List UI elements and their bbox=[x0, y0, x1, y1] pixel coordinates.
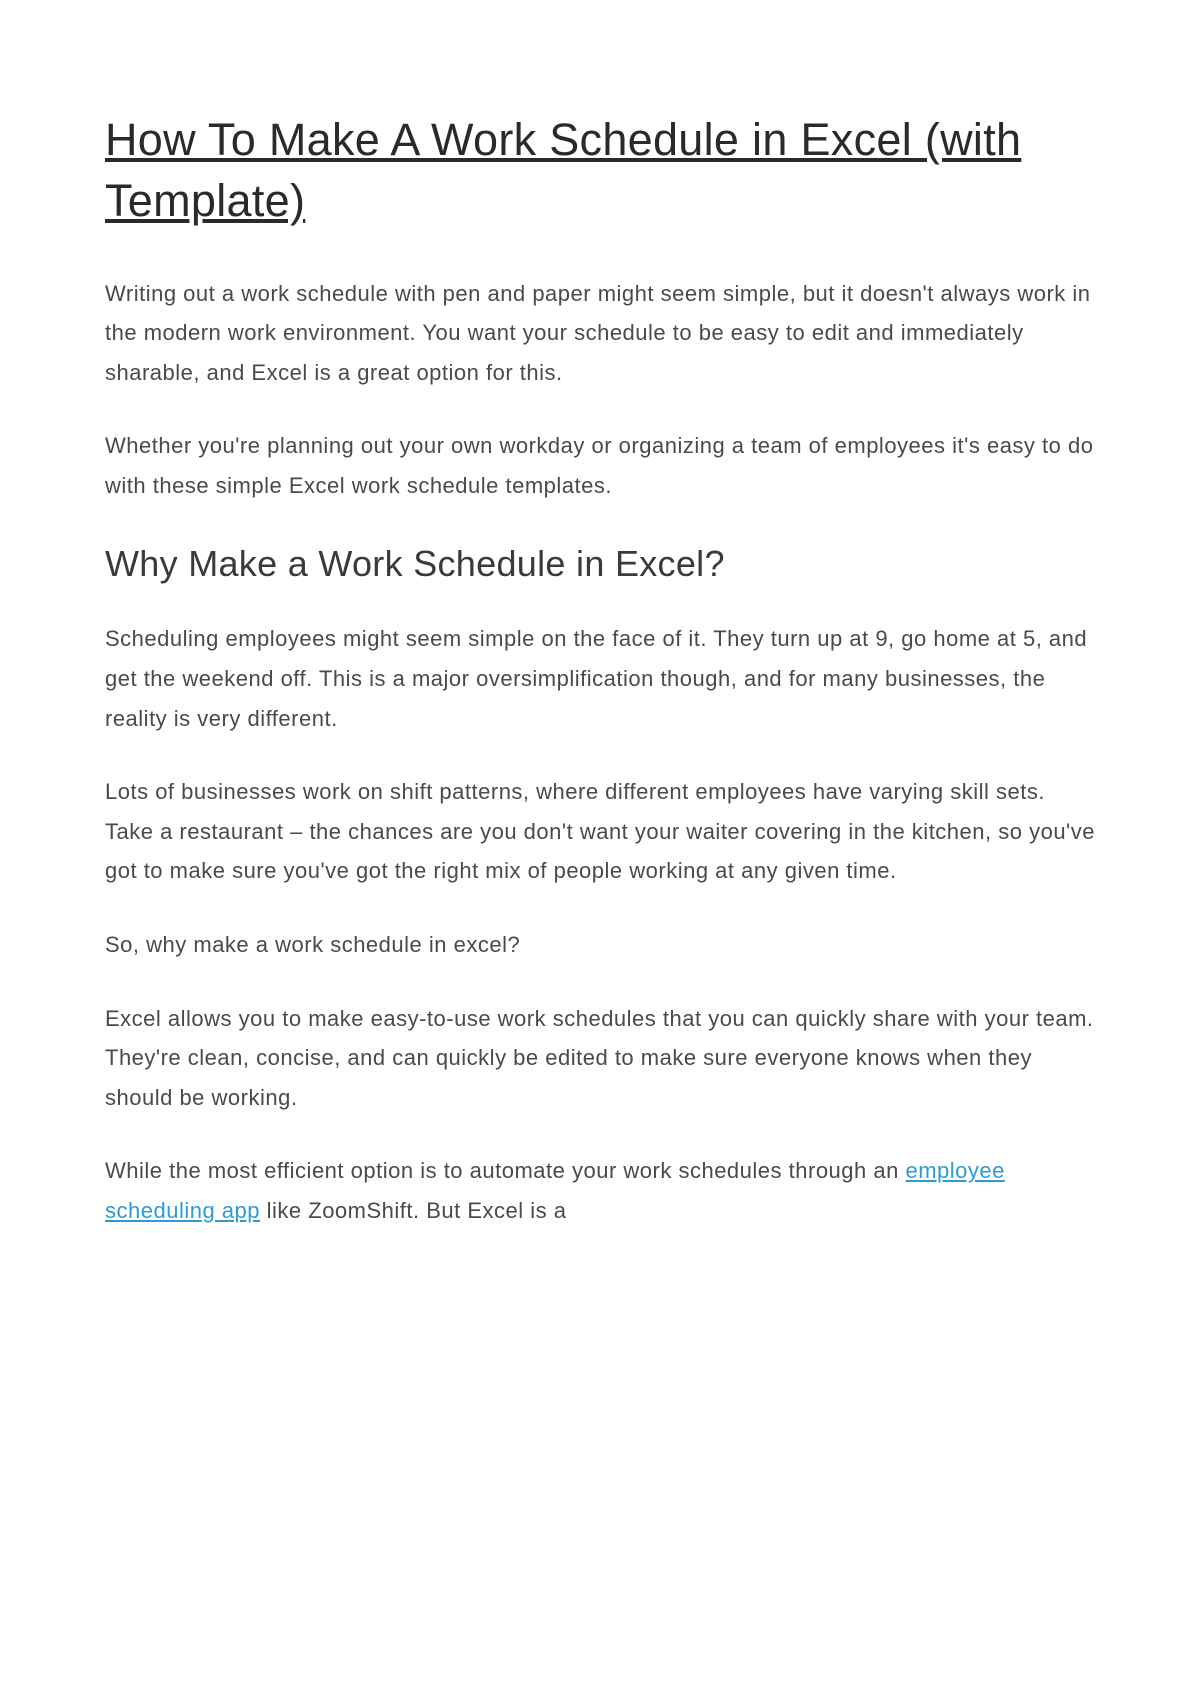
intro-paragraph-2: Whether you're planning out your own wor… bbox=[105, 426, 1095, 505]
section1-paragraph-3: So, why make a work schedule in excel? bbox=[105, 925, 1095, 965]
p5-text-after: like ZoomShift. But Excel is a bbox=[260, 1198, 567, 1223]
section1-paragraph-5: While the most efficient option is to au… bbox=[105, 1151, 1095, 1230]
section1-paragraph-4: Excel allows you to make easy-to-use wor… bbox=[105, 999, 1095, 1118]
section1-paragraph-2: Lots of businesses work on shift pattern… bbox=[105, 772, 1095, 891]
intro-paragraph-1: Writing out a work schedule with pen and… bbox=[105, 274, 1095, 393]
p5-text-before: While the most efficient option is to au… bbox=[105, 1158, 905, 1183]
page-title: How To Make A Work Schedule in Excel (wi… bbox=[105, 110, 1095, 232]
section-heading-why: Why Make a Work Schedule in Excel? bbox=[105, 543, 1095, 585]
section1-paragraph-1: Scheduling employees might seem simple o… bbox=[105, 619, 1095, 738]
